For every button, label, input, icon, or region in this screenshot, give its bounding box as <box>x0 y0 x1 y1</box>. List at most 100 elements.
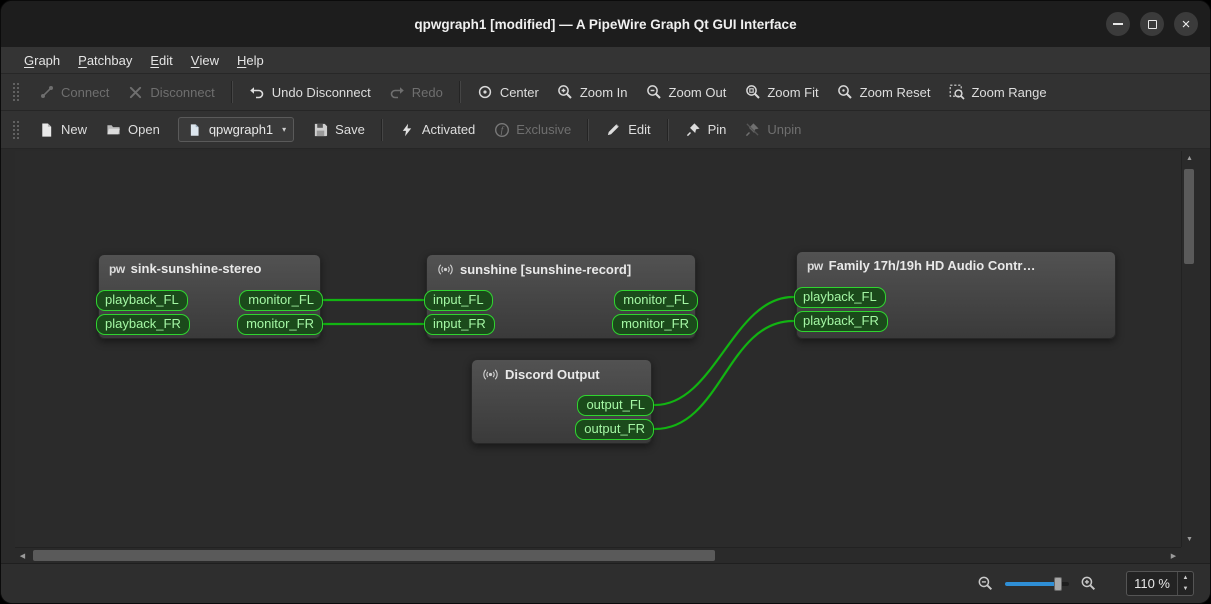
lightning-icon <box>399 121 416 138</box>
save-button[interactable]: Save <box>303 116 374 143</box>
center-label: Center <box>499 84 539 100</box>
open-button[interactable]: Open <box>96 116 169 143</box>
pin-icon <box>685 121 702 138</box>
port-output_FL[interactable]: output_FL <box>577 395 654 416</box>
open-label: Open <box>128 122 160 137</box>
close-button[interactable]: × <box>1174 12 1198 36</box>
disconnect-button[interactable]: Disconnect <box>118 79 223 106</box>
node-discord-output[interactable]: Discord Output output_FL output_FR <box>471 359 654 444</box>
maximize-button[interactable] <box>1140 12 1164 36</box>
broadcast-icon <box>482 366 499 383</box>
toolbar-separator <box>587 118 590 141</box>
zoom-out-button[interactable]: Zoom Out <box>637 79 736 106</box>
scroll-down-button[interactable]: ▼ <box>1182 532 1197 547</box>
toolbar-grip[interactable] <box>13 83 19 101</box>
activated-label: Activated <box>421 122 476 137</box>
port-monitor_FR[interactable]: monitor_FR <box>237 314 323 335</box>
toolbar-separator <box>666 118 669 141</box>
spin-up-button[interactable]: ▲ <box>1178 572 1193 584</box>
scroll-left-button[interactable]: ◀ <box>15 548 30 563</box>
edit-toggle[interactable]: Edit <box>596 116 659 143</box>
undo-icon <box>249 84 266 101</box>
connection-wires[interactable] <box>15 151 1181 547</box>
node-sunshine[interactable]: sunshine [sunshine-record] input_FL inpu… <box>424 254 698 339</box>
zoom-in-label: Zoom In <box>579 84 628 100</box>
menu-view[interactable]: View <box>182 47 228 73</box>
port-playback_FR[interactable]: playback_FR <box>96 314 190 335</box>
port-monitor_FL[interactable]: monitor_FL <box>239 290 323 311</box>
activated-toggle[interactable]: Activated <box>390 116 484 143</box>
port-playback_FL[interactable]: playback_FL <box>794 287 886 308</box>
exclusive-icon: f <box>493 121 510 138</box>
zoom-out-icon[interactable] <box>977 575 994 592</box>
zoom-in-button[interactable]: Zoom In <box>548 79 637 106</box>
zoom-out-label: Zoom Out <box>668 84 727 100</box>
new-button[interactable]: New <box>29 116 96 143</box>
zoom-spinbox[interactable]: 110 % ▲ ▼ <box>1126 571 1194 596</box>
pin-button[interactable]: Pin <box>676 116 736 143</box>
node-sink-sunshine-stereo[interactable]: pw sink-sunshine-stereo playback_FL play… <box>96 254 323 339</box>
h-scroll-handle[interactable] <box>33 550 715 561</box>
node-family-hd-audio[interactable]: pw Family 17h/19h HD Audio Contr… playba… <box>794 251 1116 339</box>
redo-label: Redo <box>411 84 443 100</box>
graph-toolbar: Connect Disconnect Undo Disconnect Redo <box>1 74 1210 111</box>
zoom-fit-button[interactable]: Zoom Fit <box>735 79 827 106</box>
menu-edit[interactable]: Edit <box>141 47 181 73</box>
toolbar-grip[interactable] <box>13 120 19 139</box>
titlebar[interactable]: qpwgraph1 [modified] — A PipeWire Graph … <box>1 1 1210 47</box>
exclusive-toggle[interactable]: f Exclusive <box>484 116 580 143</box>
zoom-spin-buttons: ▲ ▼ <box>1177 572 1193 595</box>
unpin-button[interactable]: Unpin <box>735 116 810 143</box>
zoom-value: 110 % <box>1134 576 1170 591</box>
scroll-right-button[interactable]: ▶ <box>1166 548 1181 563</box>
center-button[interactable]: Center <box>468 79 548 106</box>
connect-icon <box>38 84 55 101</box>
unpin-label: Unpin <box>767 122 802 137</box>
zoom-slider-handle[interactable] <box>1053 576 1062 591</box>
port-output_FR[interactable]: output_FR <box>575 419 654 440</box>
v-scroll-track[interactable] <box>1182 166 1196 532</box>
scroll-up-button[interactable]: ▲ <box>1182 151 1197 166</box>
zoom-out-icon <box>646 84 663 101</box>
zoom-range-button[interactable]: Zoom Range <box>939 79 1055 106</box>
unpin-icon <box>744 121 761 138</box>
zoom-in-icon <box>557 84 574 101</box>
chevron-down-icon: ▾ <box>282 125 287 134</box>
graph-canvas[interactable]: pw sink-sunshine-stereo playback_FL play… <box>15 151 1181 547</box>
h-scrollbar[interactable]: ◀ ▶ <box>15 547 1181 563</box>
toolbar-separator <box>380 118 383 141</box>
connect-button[interactable]: Connect <box>29 79 118 106</box>
patchbay-combo-value: qpwgraph1 <box>208 122 274 137</box>
minimize-button[interactable] <box>1106 12 1130 36</box>
node-title: Family 17h/19h HD Audio Contr… <box>828 258 1036 273</box>
menu-help[interactable]: Help <box>228 47 273 73</box>
v-scrollbar[interactable]: ▲ ▼ <box>1181 151 1196 547</box>
port-monitor_FL[interactable]: monitor_FL <box>614 290 698 311</box>
zoom-slider[interactable] <box>1005 575 1070 593</box>
h-scroll-track[interactable] <box>30 548 1166 563</box>
undo-disconnect-button[interactable]: Undo Disconnect <box>240 79 380 106</box>
zoom-reset-icon <box>837 84 854 101</box>
spin-down-button[interactable]: ▼ <box>1178 584 1193 596</box>
port-input_FR[interactable]: input_FR <box>424 314 495 335</box>
close-icon: × <box>1181 15 1191 33</box>
v-scroll-handle[interactable] <box>1184 169 1194 264</box>
port-monitor_FR[interactable]: monitor_FR <box>612 314 698 335</box>
menu-graph[interactable]: Graph <box>15 47 69 73</box>
port-input_FL[interactable]: input_FL <box>424 290 493 311</box>
new-file-icon <box>38 121 55 138</box>
pin-label: Pin <box>707 122 727 137</box>
menu-patchbay[interactable]: Patchbay <box>69 47 141 73</box>
port-playback_FL[interactable]: playback_FL <box>96 290 188 311</box>
node-header: pw sink-sunshine-stereo <box>99 255 320 276</box>
zoom-reset-label: Zoom Reset <box>859 84 931 100</box>
zoom-in-icon[interactable] <box>1080 575 1097 592</box>
pipewire-icon: pw <box>807 258 823 273</box>
new-label: New <box>61 122 88 137</box>
redo-button[interactable]: Redo <box>380 79 452 106</box>
port-playback_FR[interactable]: playback_FR <box>794 311 888 332</box>
connect-label: Connect <box>61 84 110 100</box>
patchbay-combo[interactable]: qpwgraph1 ▾ <box>177 117 295 142</box>
app-window: qpwgraph1 [modified] — A PipeWire Graph … <box>0 0 1211 604</box>
zoom-reset-button[interactable]: Zoom Reset <box>828 79 940 106</box>
